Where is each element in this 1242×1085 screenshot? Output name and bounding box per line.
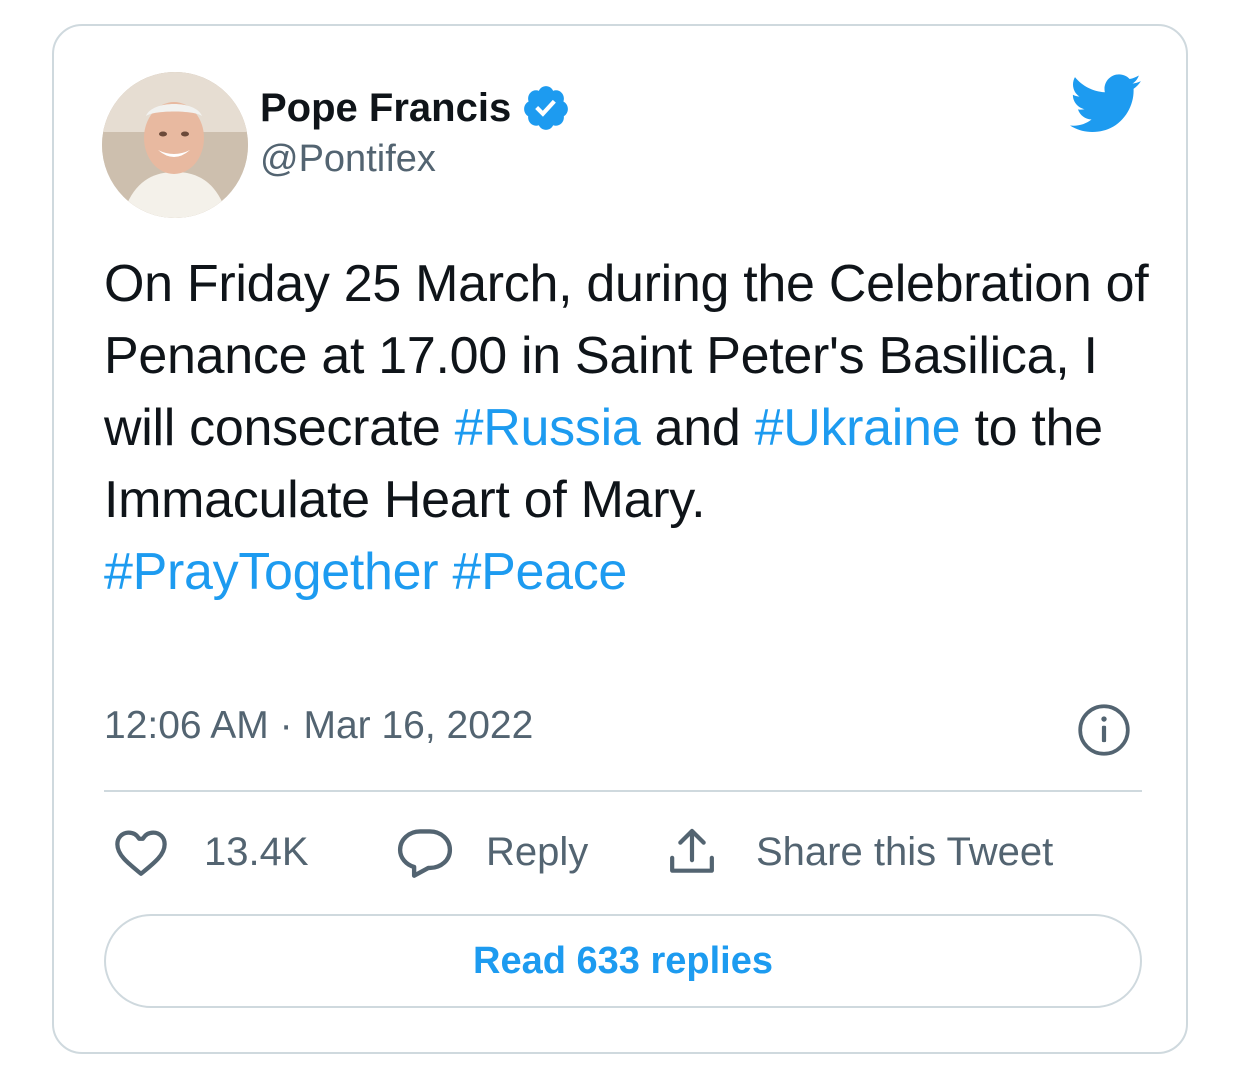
- hashtag-ukraine[interactable]: #Ukraine: [755, 399, 961, 457]
- tweet-date: Mar 16, 2022: [303, 704, 534, 747]
- author-handle[interactable]: @Pontifex: [260, 138, 436, 181]
- author-avatar[interactable]: [102, 72, 248, 218]
- author-name-row: Pope Francis: [260, 82, 571, 134]
- read-replies-label: Read 633 replies: [473, 939, 773, 982]
- share-upload-icon: [670, 828, 714, 873]
- meta-separator: ·: [279, 704, 293, 747]
- tweet-text-segment: [438, 543, 452, 601]
- info-icon[interactable]: [1076, 702, 1132, 758]
- verified-badge-icon: [524, 86, 569, 130]
- speech-bubble-icon: [397, 829, 453, 878]
- tweet-card: Pope Francis @Pontifex On Friday 25 Marc…: [52, 24, 1188, 1054]
- tweet-text: On Friday 25 March, during the Celebrati…: [104, 248, 1154, 608]
- share-button[interactable]: Share this Tweet: [664, 822, 1053, 882]
- reply-label: Reply: [486, 829, 589, 874]
- share-label: Share this Tweet: [756, 829, 1054, 874]
- avatar-photo: [102, 72, 248, 218]
- tweet-time: 12:06 AM: [104, 704, 269, 747]
- twitter-bird-icon[interactable]: [1068, 74, 1144, 134]
- tweet-actions: 13.4K Reply Share this Tweet: [104, 822, 1144, 882]
- hashtag-russia[interactable]: #Russia: [455, 399, 641, 457]
- read-replies-button[interactable]: Read 633 replies: [104, 914, 1142, 1008]
- hashtag-praytogether[interactable]: #PrayTogether: [104, 543, 439, 601]
- divider: [104, 790, 1142, 792]
- hashtag-peace[interactable]: #Peace: [452, 543, 627, 601]
- heart-icon: [115, 830, 167, 876]
- tweet-text-segment: and: [640, 399, 755, 457]
- like-count: 13.4K: [204, 829, 309, 874]
- author-display-name[interactable]: Pope Francis: [260, 86, 511, 131]
- reply-button[interactable]: Reply: [396, 822, 588, 882]
- tweet-timestamp[interactable]: 12:06 AM · Mar 16, 2022: [104, 704, 533, 748]
- like-button[interactable]: 13.4K: [112, 822, 309, 882]
